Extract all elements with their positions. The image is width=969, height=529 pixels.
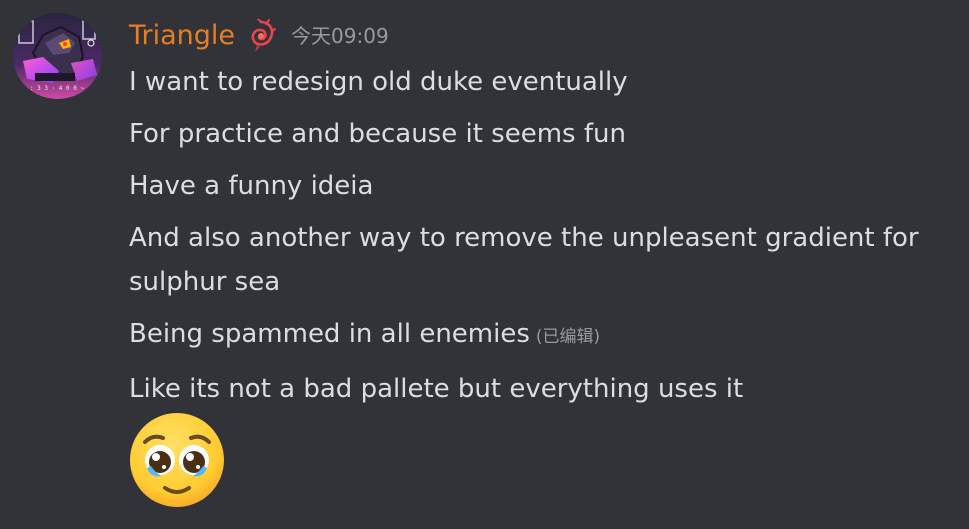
pleading-face-emoji[interactable]	[129, 412, 225, 508]
message-text[interactable]: Like its not a bad pallete but everythin…	[129, 367, 959, 411]
message-list: I want to redesign old duke eventually F…	[129, 60, 959, 419]
message-text[interactable]: I want to redesign old duke eventually	[129, 60, 959, 104]
message-text[interactable]: Have a funny ideia	[129, 164, 959, 208]
username[interactable]: Triangle	[129, 18, 235, 54]
message-text[interactable]: For practice and because it seems fun	[129, 112, 959, 156]
message-text[interactable]: And also another way to remove the unple…	[129, 216, 959, 304]
robot-avatar-icon: : 3 3 · 4 0 0 ~	[13, 13, 102, 99]
chat-message-group: : 3 3 · 4 0 0 ~ Triangle 今天09:09 I want …	[0, 0, 969, 529]
message-text: Being spammed in all enemies	[129, 319, 530, 349]
message-timestamp[interactable]: 今天09:09	[291, 18, 389, 54]
message-header: Triangle 今天09:09	[129, 18, 389, 54]
edited-label: (已编辑)	[535, 327, 601, 347]
svg-text:: 3 3 · 4 0 0 ~: : 3 3 · 4 0 0 ~	[30, 85, 85, 92]
message-text-edited[interactable]: Being spammed in all enemies (已编辑)	[129, 312, 959, 359]
user-avatar[interactable]: : 3 3 · 4 0 0 ~	[13, 13, 102, 99]
red-spiral-icon[interactable]	[246, 18, 277, 54]
